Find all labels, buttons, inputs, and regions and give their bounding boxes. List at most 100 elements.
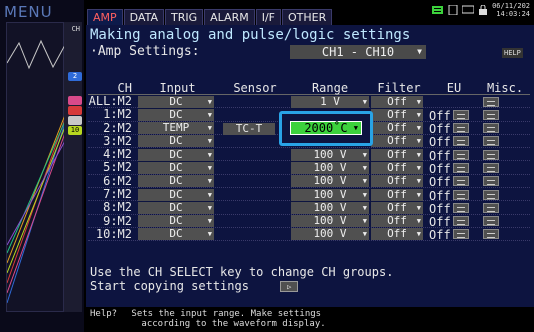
filter-select[interactable]: Off ▼ (371, 215, 423, 228)
input-select[interactable]: DC ▼ (138, 175, 214, 188)
clock: 06/11/202 14:03:24 (492, 2, 530, 18)
ch-label: 8:M2 (103, 200, 132, 215)
col-eu: EU (446, 81, 462, 95)
help-button[interactable]: HELP (502, 48, 523, 58)
ch-label: ALL:M2 (88, 94, 132, 108)
range-select[interactable]: 100 V ▼ (291, 228, 369, 241)
tab-trig[interactable]: TRIG (165, 9, 204, 25)
range-select[interactable]: 100 V ▼ (291, 201, 369, 214)
instructions: Use the CH SELECT key to change CH group… (90, 265, 393, 293)
sensor-value[interactable]: TC-T (223, 122, 275, 135)
input-select[interactable]: DC ▼ (138, 95, 214, 108)
filter-select[interactable]: Off ▼ (371, 148, 423, 161)
eu-button[interactable] (453, 189, 469, 200)
channel-marker (68, 116, 82, 125)
clock-date: 06/11/202 (492, 2, 530, 10)
range-select-active[interactable]: 2000˚C ▼ (290, 121, 362, 135)
misc-button[interactable] (483, 229, 499, 240)
eu-button[interactable] (453, 216, 469, 227)
table-row: ALL:M2 DC ▼ 1 V ▼ Off ▼ (88, 94, 530, 109)
page-title: Making analog and pulse/logic settings (90, 27, 411, 43)
filter-select[interactable]: Off ▼ (371, 201, 423, 214)
battery-icon (432, 6, 444, 14)
input-select[interactable]: DC ▼ (138, 108, 214, 121)
copy-settings-row: Start copying settings ▷ (90, 279, 393, 293)
eu-button[interactable] (453, 202, 469, 213)
col-input: Input (159, 81, 196, 95)
tab-alarm[interactable]: ALARM (204, 9, 255, 25)
help-bar: Help? Sets the input range. Make setting… (86, 307, 534, 332)
table-row: 6:M2 DC ▼ 100 V ▼ Off ▼ Off (88, 174, 530, 189)
lock-icon (479, 5, 488, 15)
focus-highlight: 2000˚C ▼ (279, 111, 373, 146)
input-select[interactable]: DC ▼ (138, 161, 214, 174)
filter-select[interactable]: Off ▼ (371, 95, 423, 108)
misc-button[interactable] (483, 216, 499, 227)
col-misc: Misc. (486, 81, 524, 95)
filter-select[interactable]: Off ▼ (371, 161, 423, 174)
tab-amp[interactable]: AMP (87, 9, 123, 25)
misc-button[interactable] (483, 202, 499, 213)
misc-button[interactable] (483, 162, 499, 173)
input-select[interactable]: DC ▼ (138, 188, 214, 201)
filter-select[interactable]: Off ▼ (371, 175, 423, 188)
clock-time: 14:03:24 (496, 10, 530, 18)
channel-table: CH Input Sensor Range Filter EU Misc. AL… (88, 81, 530, 242)
range-select[interactable]: 100 V ▼ (291, 215, 369, 228)
misc-button[interactable] (483, 96, 499, 107)
tab-other[interactable]: OTHER (282, 9, 333, 25)
table-row: 7:M2 DC ▼ 100 V ▼ Off ▼ Off (88, 187, 530, 202)
eu-button[interactable] (453, 109, 469, 120)
ch-label: 4:M2 (103, 147, 132, 162)
table-header: CH Input Sensor Range Filter EU Misc. (88, 81, 530, 95)
range-select[interactable]: 1 V ▼ (291, 95, 369, 108)
menu-label[interactable]: MENU (4, 3, 62, 21)
misc-button[interactable] (483, 123, 499, 134)
channel-marker: 2 (68, 72, 82, 81)
eu-button[interactable] (453, 136, 469, 147)
eu-button[interactable] (453, 229, 469, 240)
input-select[interactable]: DC ▼ (138, 201, 214, 214)
chevron-down-icon: ▼ (417, 47, 422, 56)
status-area: 06/11/202 14:03:24 (432, 2, 530, 18)
channel-marker: 10 (68, 126, 82, 135)
ch-label: 2:M2 (103, 120, 132, 135)
eu-button[interactable] (453, 149, 469, 160)
copy-settings-button[interactable]: ▷ (280, 281, 299, 292)
range-select[interactable]: 100 V ▼ (291, 188, 369, 201)
filter-select[interactable]: Off ▼ (371, 228, 423, 241)
misc-button[interactable] (483, 149, 499, 160)
input-select[interactable]: DC ▼ (138, 135, 214, 148)
tab-data[interactable]: DATA (123, 9, 164, 25)
waveform-display (6, 22, 66, 312)
input-select[interactable]: DC ▼ (138, 228, 214, 241)
range-select[interactable]: 100 V ▼ (291, 175, 369, 188)
ch-tag: CH (71, 25, 80, 33)
col-sensor: Sensor (233, 81, 277, 95)
filter-select[interactable]: Off ▼ (371, 188, 423, 201)
eu-button[interactable] (453, 162, 469, 173)
range-select[interactable]: 100 V ▼ (291, 148, 369, 161)
input-select[interactable]: TEMP ▼ (138, 122, 214, 135)
input-select[interactable]: DC ▼ (138, 215, 214, 228)
channel-marker (68, 106, 82, 115)
misc-button[interactable] (483, 176, 499, 187)
misc-button[interactable] (483, 109, 499, 120)
table-row: 10:M2 DC ▼ 100 V ▼ Off ▼ Off (88, 227, 530, 242)
ch-label: 5:M2 (103, 160, 132, 175)
amp-settings-label: ·Amp Settings: (90, 44, 200, 59)
misc-button[interactable] (483, 189, 499, 200)
tab-if[interactable]: I/F (255, 9, 281, 25)
eu-button[interactable] (453, 176, 469, 187)
ch-label: 1:M2 (103, 107, 132, 122)
filter-select[interactable]: Off ▼ (371, 108, 423, 121)
help-text-line-1: Sets the input range. Make settings (131, 309, 322, 319)
filter-select[interactable]: Off ▼ (371, 135, 423, 148)
table-row: 9:M2 DC ▼ 100 V ▼ Off ▼ Off (88, 214, 530, 229)
misc-button[interactable] (483, 136, 499, 147)
filter-select[interactable]: Off ▼ (371, 122, 423, 135)
range-select[interactable]: 100 V ▼ (291, 161, 369, 174)
input-select[interactable]: DC ▼ (138, 148, 214, 161)
eu-button[interactable] (453, 123, 469, 134)
channel-group-select[interactable]: CH1 - CH10 ▼ (290, 45, 426, 59)
